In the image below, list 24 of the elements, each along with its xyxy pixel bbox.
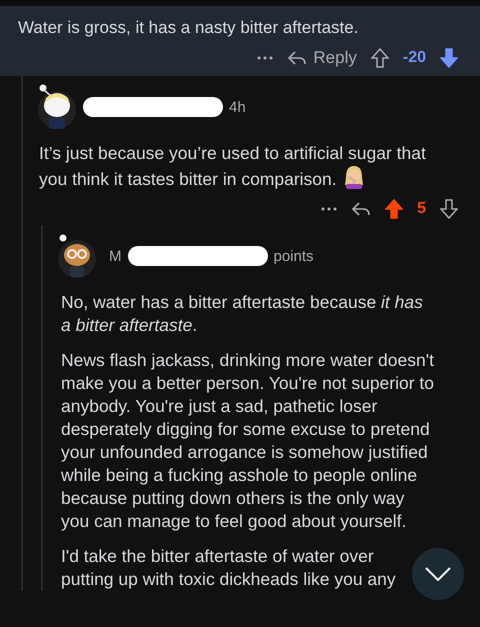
upvote-icon[interactable] bbox=[370, 48, 389, 68]
avatar-icon bbox=[57, 233, 97, 279]
username[interactable]: M bbox=[109, 248, 122, 264]
facepalm-emoji-icon bbox=[342, 165, 365, 189]
score: 5 bbox=[417, 200, 426, 218]
chevron-down-icon bbox=[425, 567, 451, 581]
comment-paragraph: News flash jackass, drinking more water doesn't make you a better person. You're not superior to anybody. You're just a sad, pathetic loser desperately digging for some excuse to pretend your unfounded arrogance is somehow justified while being a fucking asshole to people online because putting down others is the only way you can manage to feel good about yourself. bbox=[61, 349, 436, 533]
comment-text: Water is gross, it has a nasty bitter aftertaste. bbox=[18, 18, 360, 38]
downvote-icon[interactable] bbox=[440, 48, 458, 68]
timestamp: 4h bbox=[229, 98, 246, 116]
comment-paragraph: I'd take the bitter aftertaste of water over putting up with toxic dickheads like you any bbox=[61, 545, 396, 591]
downvote-icon[interactable] bbox=[440, 199, 458, 219]
more-button[interactable] bbox=[321, 207, 338, 211]
avatar-icon bbox=[37, 84, 77, 130]
points-label: points bbox=[274, 248, 314, 264]
reply-button[interactable]: Reply bbox=[287, 48, 357, 68]
more-button[interactable] bbox=[257, 56, 274, 60]
scroll-down-button[interactable] bbox=[412, 548, 464, 600]
upvote-icon[interactable] bbox=[385, 199, 404, 219]
comment-text: It’s just because you’re used to artificial sugar that you think it tastes bitter in comparison. bbox=[39, 142, 427, 191]
score: -20 bbox=[402, 49, 426, 67]
reply-icon bbox=[287, 50, 308, 66]
comment-paragraph: No, water has a bitter aftertaste because it has a bitter aftertaste. bbox=[61, 291, 424, 337]
reply-button[interactable] bbox=[351, 201, 372, 217]
